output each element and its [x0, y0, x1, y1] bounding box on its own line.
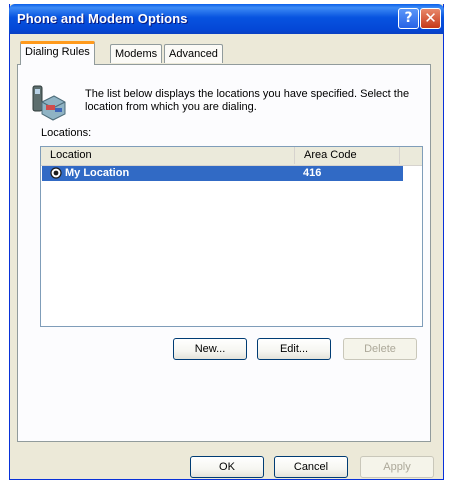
cancel-button[interactable]: Cancel: [274, 456, 348, 478]
tab-modems[interactable]: Modems: [110, 44, 163, 63]
tab-advanced[interactable]: Advanced: [164, 44, 223, 63]
locations-label: Locations:: [41, 127, 92, 139]
tab-dialing-rules[interactable]: Dialing Rules: [20, 41, 95, 65]
column-header-filler: [400, 147, 422, 164]
close-icon[interactable]: ✕: [420, 8, 441, 29]
list-header: Location Area Code: [41, 147, 422, 166]
column-header-area-code[interactable]: Area Code: [295, 147, 400, 164]
radio-selected-icon: [50, 167, 62, 179]
edit-button[interactable]: Edit...: [257, 338, 331, 360]
ok-button[interactable]: OK: [190, 456, 264, 478]
help-icon[interactable]: ?: [398, 8, 419, 29]
title-bar[interactable]: Phone and Modem Options ? ✕: [9, 4, 444, 34]
location-name: My Location: [65, 167, 130, 179]
delete-button[interactable]: Delete: [343, 338, 417, 360]
column-header-location[interactable]: Location: [41, 147, 295, 164]
phone-icon: [32, 85, 66, 121]
locations-list[interactable]: Location Area Code My Location 416: [40, 146, 423, 327]
apply-button[interactable]: Apply: [360, 456, 434, 478]
area-code: 416: [303, 167, 322, 179]
intro-text: The list below displays the locations yo…: [85, 88, 410, 113]
list-item[interactable]: My Location 416: [42, 166, 403, 181]
new-button[interactable]: New...: [173, 338, 247, 360]
window-title: Phone and Modem Options: [17, 11, 188, 26]
